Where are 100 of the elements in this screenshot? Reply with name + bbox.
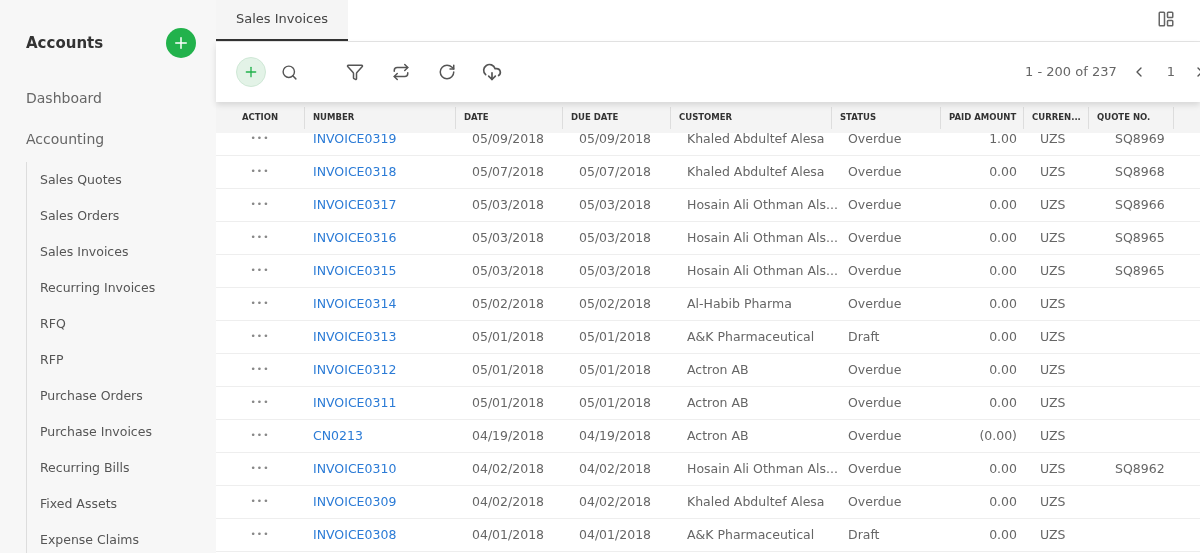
- table-cell-text: A&K Pharmaceutical: [687, 327, 815, 346]
- download-icon[interactable]: [482, 62, 502, 82]
- table-cell-text: SQ8968: [1115, 162, 1165, 181]
- row-actions-button[interactable]: •••: [250, 198, 270, 212]
- table-cell-text: UZS: [1040, 525, 1066, 544]
- table-cell-text: 05/01/2018: [579, 360, 652, 379]
- invoice-link[interactable]: INVOICE0319: [313, 129, 397, 149]
- table-cell-text: 0.00: [989, 459, 1017, 478]
- column-header[interactable]: STATUS: [840, 111, 876, 124]
- table-cell-text: Actron AB: [687, 360, 749, 379]
- sidebar-item[interactable]: Expense Claims: [27, 522, 216, 553]
- row-actions-button[interactable]: •••: [250, 264, 270, 278]
- refresh-icon[interactable]: [438, 63, 456, 81]
- invoice-link[interactable]: INVOICE0312: [313, 360, 397, 380]
- table-cell-text: (0.00): [979, 426, 1017, 445]
- page-number[interactable]: 1: [1166, 62, 1175, 82]
- add-button[interactable]: [166, 28, 196, 58]
- row-actions-button[interactable]: •••: [250, 165, 270, 179]
- table-cell-text: UZS: [1040, 492, 1066, 511]
- sidebar-item[interactable]: Sales Quotes: [27, 162, 216, 198]
- invoice-link[interactable]: INVOICE0313: [313, 327, 397, 347]
- table-cell-text: 05/02/2018: [472, 294, 545, 313]
- row-actions-button[interactable]: •••: [250, 462, 270, 476]
- table-cell-text: 0.00: [989, 327, 1017, 346]
- table-cell-text: Khaled Abdultef Alesa: [687, 129, 825, 148]
- table-cell-text: SQ8965: [1115, 228, 1165, 247]
- column-header[interactable]: QUOTE NO.: [1097, 111, 1151, 124]
- column-header[interactable]: ACTION: [241, 111, 279, 124]
- table-cell-text: UZS: [1040, 261, 1066, 280]
- row-actions-button[interactable]: •••: [250, 231, 270, 245]
- invoice-link[interactable]: CN0213: [313, 426, 363, 446]
- table-cell-text: 0.00: [989, 525, 1017, 544]
- table-cell-text: 0.00: [989, 393, 1017, 412]
- invoice-link[interactable]: INVOICE0310: [313, 459, 397, 479]
- row-actions-button[interactable]: •••: [250, 297, 270, 311]
- table-cell-text: Hosain Ali Othman Als...: [687, 228, 838, 247]
- invoice-link[interactable]: INVOICE0309: [313, 492, 397, 512]
- table-cell-text: 04/01/2018: [472, 525, 545, 544]
- invoice-link[interactable]: INVOICE0308: [313, 525, 397, 545]
- table-cell-text: UZS: [1040, 426, 1066, 445]
- invoice-link[interactable]: INVOICE0318: [313, 162, 397, 182]
- table-cell-text: Overdue: [848, 294, 902, 313]
- table-cell-text: Hosain Ali Othman Als...: [687, 195, 838, 214]
- table-cell-text: 04/02/2018: [472, 459, 545, 478]
- table-cell-text: UZS: [1040, 294, 1066, 313]
- sidebar-item[interactable]: Fixed Assets: [27, 486, 216, 522]
- table-cell-text: 05/02/2018: [579, 294, 652, 313]
- table-cell-text: 05/03/2018: [472, 261, 545, 280]
- invoice-link[interactable]: INVOICE0315: [313, 261, 397, 281]
- row-actions-button[interactable]: •••: [250, 363, 270, 377]
- table-cell-text: Actron AB: [687, 426, 749, 445]
- table-cell-text: Draft: [848, 327, 880, 346]
- sidebar-item[interactable]: RFQ: [27, 306, 216, 342]
- row-actions-button[interactable]: •••: [250, 396, 270, 410]
- table-cell-text: UZS: [1040, 360, 1066, 379]
- sidebar-item[interactable]: Sales Invoices: [27, 234, 216, 270]
- sidebar-title: Accounts: [26, 32, 104, 54]
- table-cell-text: Draft: [848, 525, 880, 544]
- sidebar-item[interactable]: Recurring Invoices: [27, 270, 216, 306]
- column-header[interactable]: CUSTOMER: [679, 111, 733, 124]
- tab[interactable]: Sales Invoices: [216, 0, 348, 41]
- sidebar-item[interactable]: Purchase Orders: [27, 378, 216, 414]
- column-header[interactable]: DUE DATE: [571, 111, 619, 124]
- pagination-range: 1 - 200 of 237: [1025, 63, 1117, 82]
- sidebar-item[interactable]: Recurring Bills: [27, 450, 216, 486]
- table-cell-text: 05/01/2018: [472, 393, 545, 412]
- table-cell-text: 05/01/2018: [579, 327, 652, 346]
- table-cell-text: 04/02/2018: [579, 492, 652, 511]
- table-cell-text: UZS: [1040, 327, 1066, 346]
- table-cell-text: 05/01/2018: [472, 360, 545, 379]
- table-cell-text: Overdue: [848, 195, 902, 214]
- repeat-icon[interactable]: [392, 63, 410, 81]
- layout-icon[interactable]: [1157, 10, 1175, 28]
- row-actions-button[interactable]: •••: [250, 330, 270, 344]
- nav-item[interactable]: Dashboard: [26, 88, 216, 109]
- nav-item[interactable]: Accounting: [26, 129, 216, 150]
- table-cell-text: 0.00: [989, 360, 1017, 379]
- row-actions-button[interactable]: •••: [250, 429, 270, 443]
- row-actions-button[interactable]: •••: [250, 528, 270, 542]
- table-cell-text: Al-Habib Pharma: [687, 294, 792, 313]
- column-header[interactable]: DATE: [464, 111, 489, 124]
- filter-icon[interactable]: [346, 63, 364, 81]
- invoice-link[interactable]: INVOICE0316: [313, 228, 397, 248]
- invoice-link[interactable]: INVOICE0314: [313, 294, 397, 314]
- column-header[interactable]: NUMBER: [313, 111, 355, 124]
- invoice-link[interactable]: INVOICE0317: [313, 195, 397, 215]
- table-cell-text: 05/01/2018: [472, 327, 545, 346]
- column-header[interactable]: CURREN...: [1032, 111, 1081, 124]
- sidebar-item[interactable]: RFP: [27, 342, 216, 378]
- table-cell-text: 0.00: [989, 261, 1017, 280]
- search-icon[interactable]: [281, 63, 298, 81]
- column-header[interactable]: PAID AMOUNT: [949, 111, 1017, 124]
- invoice-link[interactable]: INVOICE0311: [313, 393, 397, 413]
- row-actions-button[interactable]: •••: [250, 132, 270, 146]
- sidebar-item[interactable]: Sales Orders: [27, 198, 216, 234]
- sidebar-item[interactable]: Purchase Invoices: [27, 414, 216, 450]
- table-cell-text: SQ8969: [1115, 129, 1165, 148]
- table-cell-text: UZS: [1040, 393, 1066, 412]
- row-actions-button[interactable]: •••: [250, 495, 270, 509]
- table-cell-text: SQ8965: [1115, 261, 1165, 280]
